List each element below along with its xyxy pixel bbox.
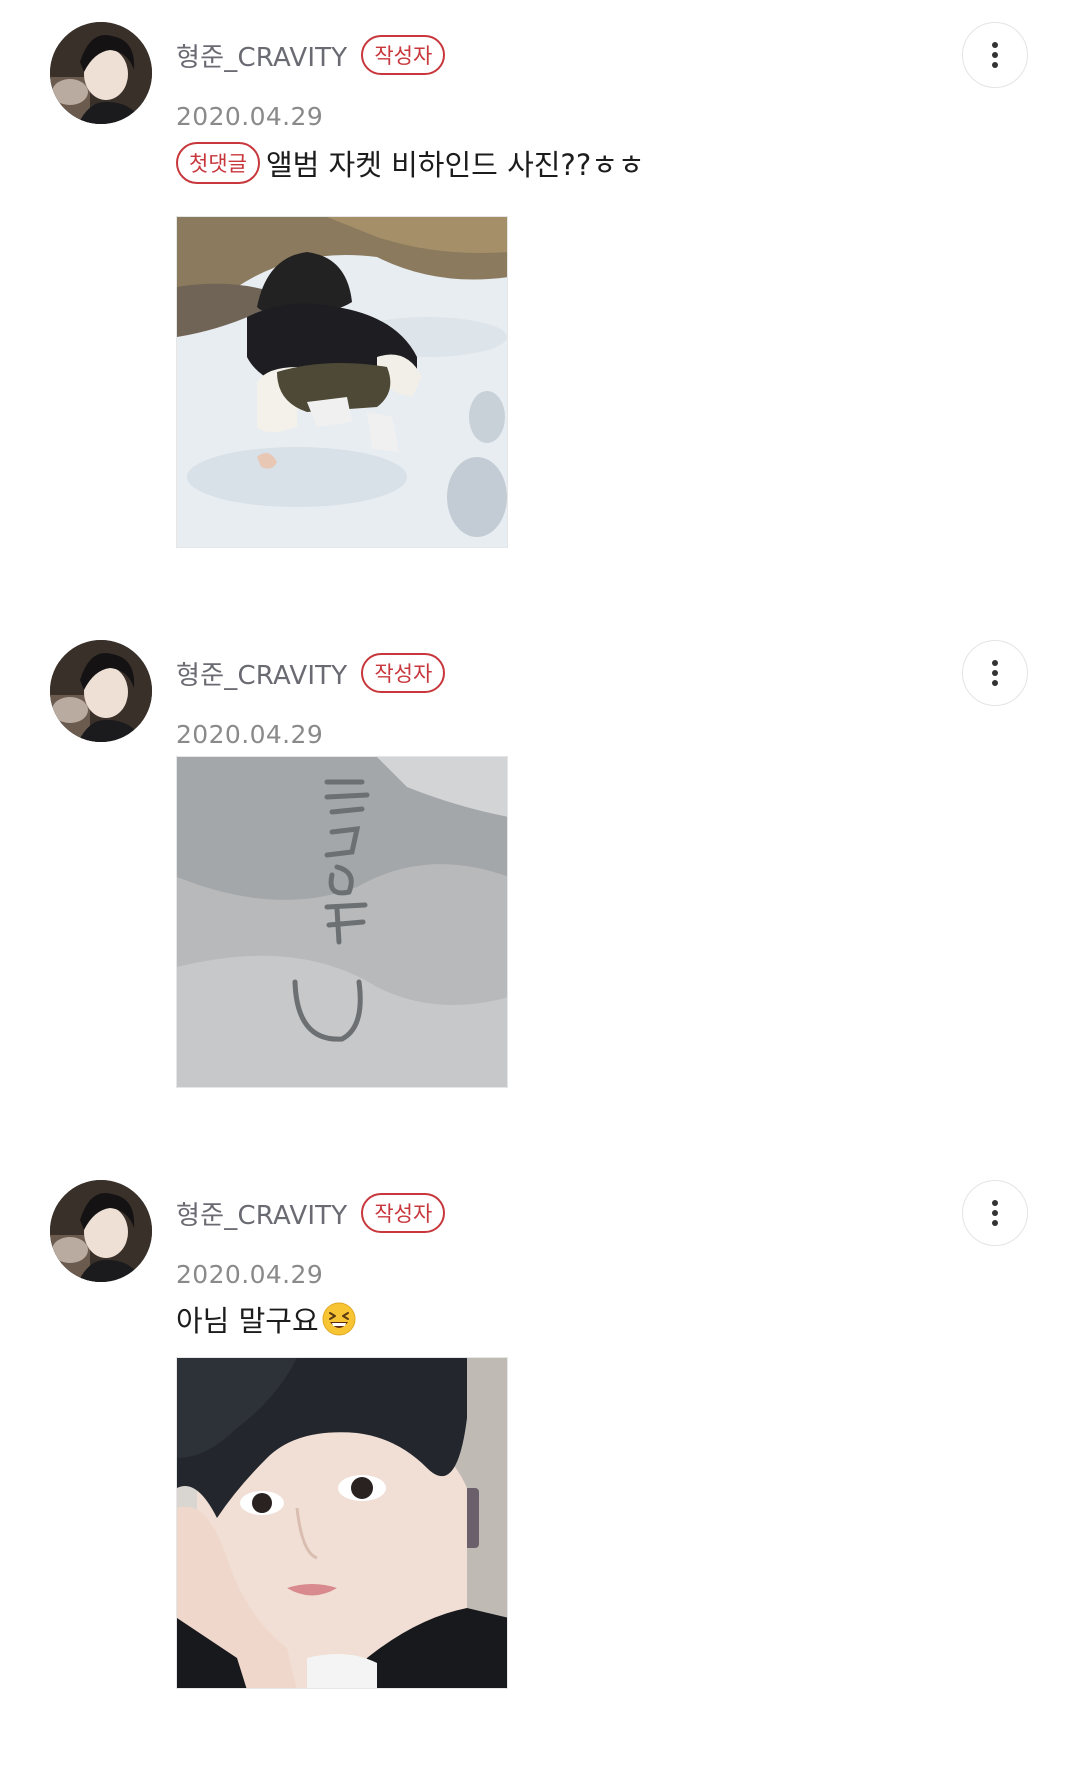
comment-item: 형준_CRAVITY 작성자 2020.04.29 첫댓글 앨범 자켓 비하인드… — [0, 22, 1080, 552]
vertical-ellipsis-icon — [992, 42, 998, 68]
photo-writing-in-snow — [177, 757, 507, 1087]
more-options-button[interactable] — [962, 640, 1028, 706]
comment-item: 형준_CRAVITY 작성자 2020.04.29 — [0, 640, 1080, 1100]
vertical-ellipsis-icon — [992, 660, 998, 686]
avatar[interactable] — [50, 1180, 152, 1282]
comment-photo[interactable] — [176, 1357, 508, 1689]
comment-date: 2020.04.29 — [176, 102, 324, 131]
author-badge: 작성자 — [361, 653, 446, 693]
comment-date: 2020.04.29 — [176, 1260, 324, 1289]
author-name[interactable]: 형준_CRAVITY — [176, 655, 347, 692]
comment-date: 2020.04.29 — [176, 720, 324, 749]
author-row: 형준_CRAVITY 작성자 — [176, 1190, 446, 1236]
more-options-button[interactable] — [962, 1180, 1028, 1246]
comment-photo[interactable] — [176, 216, 508, 548]
comment-body: 아님 말구요 — [176, 1304, 319, 1338]
comment-text: 첫댓글 앨범 자켓 비하인드 사진??ㅎㅎ — [176, 139, 645, 187]
comment-body: 앨범 자켓 비하인드 사진??ㅎㅎ — [265, 148, 645, 182]
author-row: 형준_CRAVITY 작성자 — [176, 32, 446, 78]
comment-item: 형준_CRAVITY 작성자 2020.04.29 아님 말구요 — [0, 1180, 1080, 1770]
avatar[interactable] — [50, 640, 152, 742]
author-name[interactable]: 형준_CRAVITY — [176, 37, 347, 74]
comment-thread: { "comments": [ { "author": "형준_CRAVITY"… — [0, 0, 1080, 1772]
author-name[interactable]: 형준_CRAVITY — [176, 1195, 347, 1232]
author-badge: 작성자 — [361, 35, 446, 75]
vertical-ellipsis-icon — [992, 1200, 998, 1226]
avatar[interactable] — [50, 22, 152, 124]
more-options-button[interactable] — [962, 22, 1028, 88]
comment-text: 아님 말구요 — [176, 1295, 357, 1343]
first-comment-badge: 첫댓글 — [176, 142, 260, 184]
photo-boy-crouching-in-snow — [177, 217, 507, 547]
photo-selfie-hand-on-cheek — [177, 1358, 507, 1688]
comment-photo[interactable] — [176, 756, 508, 1088]
author-badge: 작성자 — [361, 1193, 446, 1233]
author-row: 형준_CRAVITY 작성자 — [176, 650, 446, 696]
grinning-squinting-face-emoji — [322, 1302, 356, 1336]
